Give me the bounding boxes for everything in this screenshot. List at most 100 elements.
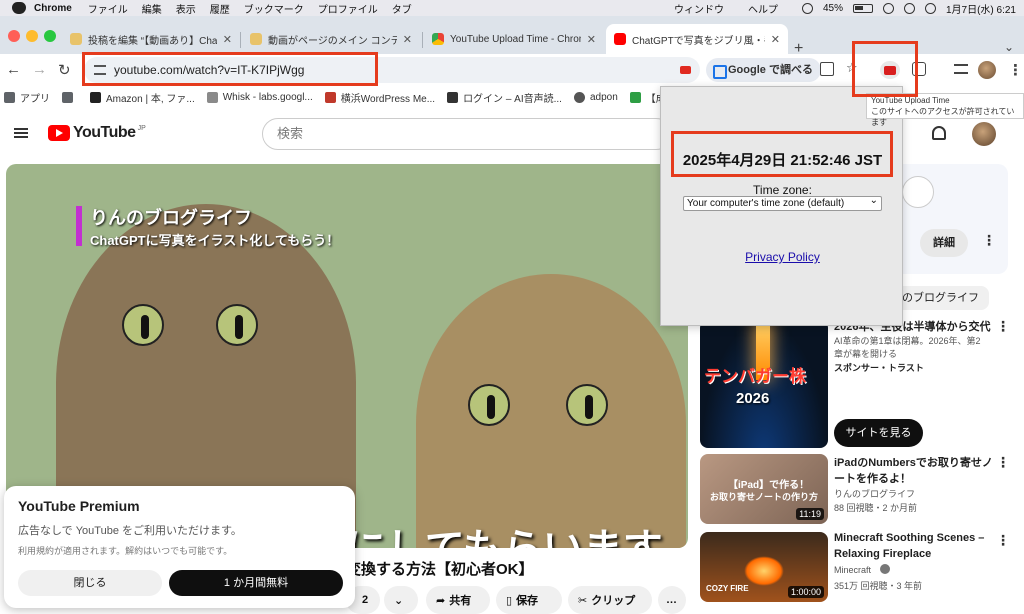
video-title-minecraft-2[interactable]: Relaxing Fireplace: [834, 548, 931, 560]
menu-history[interactable]: 履歴: [210, 1, 230, 16]
details-button[interactable]: 詳細: [920, 229, 968, 257]
whisk-icon: [206, 91, 218, 103]
app-menu-name[interactable]: Chrome: [34, 3, 72, 14]
bookmark-tab-groups[interactable]: [62, 91, 78, 103]
search-input[interactable]: 検索: [262, 118, 672, 150]
video-title-ipad-2[interactable]: ートを作るよ！: [834, 470, 911, 486]
video-channel[interactable]: りんのブログライフ: [834, 487, 915, 500]
premium-close-button[interactable]: 閉じる: [18, 570, 162, 596]
chrome-menu-icon[interactable]: ⋮: [1008, 61, 1023, 79]
bookmark-label: ログイン – AI音声読...: [463, 93, 562, 105]
tab-close-icon[interactable]: ✕: [587, 33, 596, 46]
channel-avatar[interactable]: [902, 176, 934, 208]
tab-title: ChatGPTで写真をジブリ風・手書き: [632, 35, 765, 47]
more-actions-button[interactable]: …: [658, 586, 686, 614]
back-arrow-icon[interactable]: ←: [6, 61, 21, 78]
clip-label: クリップ: [591, 595, 636, 607]
tab-upload-time-extension[interactable]: YouTube Upload Time - Chrome ✕: [424, 24, 604, 54]
bookmark-apps[interactable]: アプリ: [4, 90, 50, 105]
privacy-policy-link[interactable]: Privacy Policy: [661, 250, 904, 264]
ad-thumbnail[interactable]: テンバガー株 2026: [700, 320, 828, 448]
menu-help[interactable]: ヘルプ: [748, 1, 778, 16]
minimize-window-button[interactable]: [26, 30, 38, 42]
tab-favicon-icon: [250, 33, 262, 45]
green-plus-icon: [629, 91, 641, 103]
chrome-web-store-icon: [432, 33, 444, 45]
menubar-datetime[interactable]: 1月7日(水) 6:21: [946, 1, 1016, 16]
search-spotlight-icon[interactable]: [903, 2, 915, 14]
control-center-icon[interactable]: [924, 2, 936, 14]
bookmark-adpon[interactable]: adpon: [573, 91, 618, 103]
cast-icon[interactable]: [820, 62, 834, 76]
overlay-accent-bar: [76, 206, 82, 246]
video-title-minecraft-1[interactable]: Minecraft Soothing Scenes –: [834, 532, 984, 544]
menu-window[interactable]: ウィンドウ: [674, 1, 724, 16]
annotation-url-box: [82, 52, 378, 86]
cat-eye: [216, 304, 258, 346]
menu-view[interactable]: 表示: [176, 1, 196, 16]
apple-menu-icon[interactable]: [12, 2, 26, 14]
bookmark-whisk[interactable]: Whisk - labs.googl...: [206, 91, 313, 103]
video-channel[interactable]: Minecraft: [834, 565, 871, 575]
scissors-icon: ✂: [578, 594, 588, 607]
creative-cloud-icon[interactable]: [801, 2, 813, 14]
tab-edit-post[interactable]: 投稿を編集 “【動画あり】ChatGPTで ✕: [62, 24, 240, 54]
channel-more-icon[interactable]: ⋮: [982, 232, 996, 249]
premium-title: YouTube Premium: [18, 498, 140, 514]
verified-badge-icon: [880, 564, 890, 574]
thumb-caption: COZY FIRE: [706, 584, 749, 593]
bookmark-amazon[interactable]: Amazon | 本, ファ...: [90, 90, 195, 105]
ai-voice-icon: [447, 91, 459, 103]
notifications-bell-icon[interactable]: [932, 126, 946, 140]
video-thumbnail-minecraft[interactable]: COZY FIRE 1:00:00: [700, 532, 828, 602]
battery-icon[interactable]: [852, 3, 873, 13]
maximize-window-button[interactable]: [44, 30, 56, 42]
ad-more-icon[interactable]: ⋮: [996, 318, 1010, 335]
video-title-ipad-1[interactable]: iPadのNumbersでお取り寄せノ: [834, 454, 993, 470]
tab-separator: [240, 32, 241, 48]
tab-search-chevron-icon[interactable]: ⌄: [1004, 40, 1014, 54]
cat-eye: [566, 384, 608, 426]
google-lens-button[interactable]: Google で調べる: [706, 58, 821, 82]
tab-main-content[interactable]: 動画がページのメイン コンテンツで ✕: [242, 24, 420, 54]
menu-edit[interactable]: 編集: [142, 1, 162, 16]
reading-list-icon[interactable]: [954, 64, 968, 74]
tab-close-icon[interactable]: ✕: [223, 33, 232, 46]
tab-close-icon[interactable]: ✕: [403, 33, 412, 46]
menu-profiles[interactable]: プロファイル: [318, 1, 378, 16]
bookmark-label: 横浜WordPress Me...: [340, 93, 436, 105]
menu-bookmarks[interactable]: ブックマーク: [244, 1, 304, 16]
ad-thumb-year: 2026: [736, 390, 770, 407]
save-button[interactable]: ▯ 保存: [496, 586, 562, 614]
video-thumbnail-ipad-numbers[interactable]: 【iPad】で作る！ お取り寄せノートの作り方 11:19: [700, 454, 828, 524]
dislike-button[interactable]: ⌄: [384, 586, 418, 614]
ad-visit-site-button[interactable]: サイトを見る: [834, 419, 923, 447]
video-overlay-subtitle: ChatGPTに写真をイラスト化してもらう！: [90, 233, 340, 248]
video-more-icon[interactable]: ⋮: [996, 454, 1010, 471]
bookmark-label: Amazon | 本, ファ...: [106, 93, 195, 105]
clip-button[interactable]: ✂ クリップ: [568, 586, 652, 614]
hamburger-menu-icon[interactable]: [14, 128, 28, 138]
bookmark-wordpress[interactable]: 横浜WordPress Me...: [324, 90, 436, 105]
browser-profile-avatar[interactable]: [978, 61, 996, 79]
menu-tab[interactable]: タブ: [392, 1, 412, 16]
video-more-icon[interactable]: ⋮: [996, 532, 1010, 549]
timezone-select[interactable]: Your computer's time zone (default): [683, 194, 882, 211]
youtube-app-icon[interactable]: [680, 66, 691, 74]
save-bookmark-icon: ▯: [506, 594, 513, 607]
bookmark-ai-voice[interactable]: ログイン – AI音声読...: [447, 90, 562, 105]
premium-trial-button[interactable]: 1 か月間無料: [169, 570, 343, 596]
youtube-logo[interactable]: YouTube JP: [48, 124, 146, 142]
wordpress-meetup-icon: [324, 91, 336, 103]
tab-close-icon[interactable]: ✕: [771, 33, 780, 46]
menu-file[interactable]: ファイル: [88, 1, 128, 16]
tab-youtube-active[interactable]: ChatGPTで写真をジブリ風・手書き ✕: [606, 24, 788, 54]
reload-icon[interactable]: ↻: [58, 61, 71, 79]
share-button[interactable]: ➦ 共有: [426, 586, 490, 614]
ad-description-1: AI革命の第1章は閉幕。2026年、第2: [834, 336, 981, 346]
youtube-wordmark: YouTube: [73, 124, 136, 141]
premium-promo-card: YouTube Premium 広告なしで YouTube をご利用いただけます…: [4, 486, 355, 608]
close-window-button[interactable]: [8, 30, 20, 42]
wifi-icon[interactable]: [882, 2, 894, 14]
forward-arrow-icon[interactable]: →: [32, 61, 47, 78]
